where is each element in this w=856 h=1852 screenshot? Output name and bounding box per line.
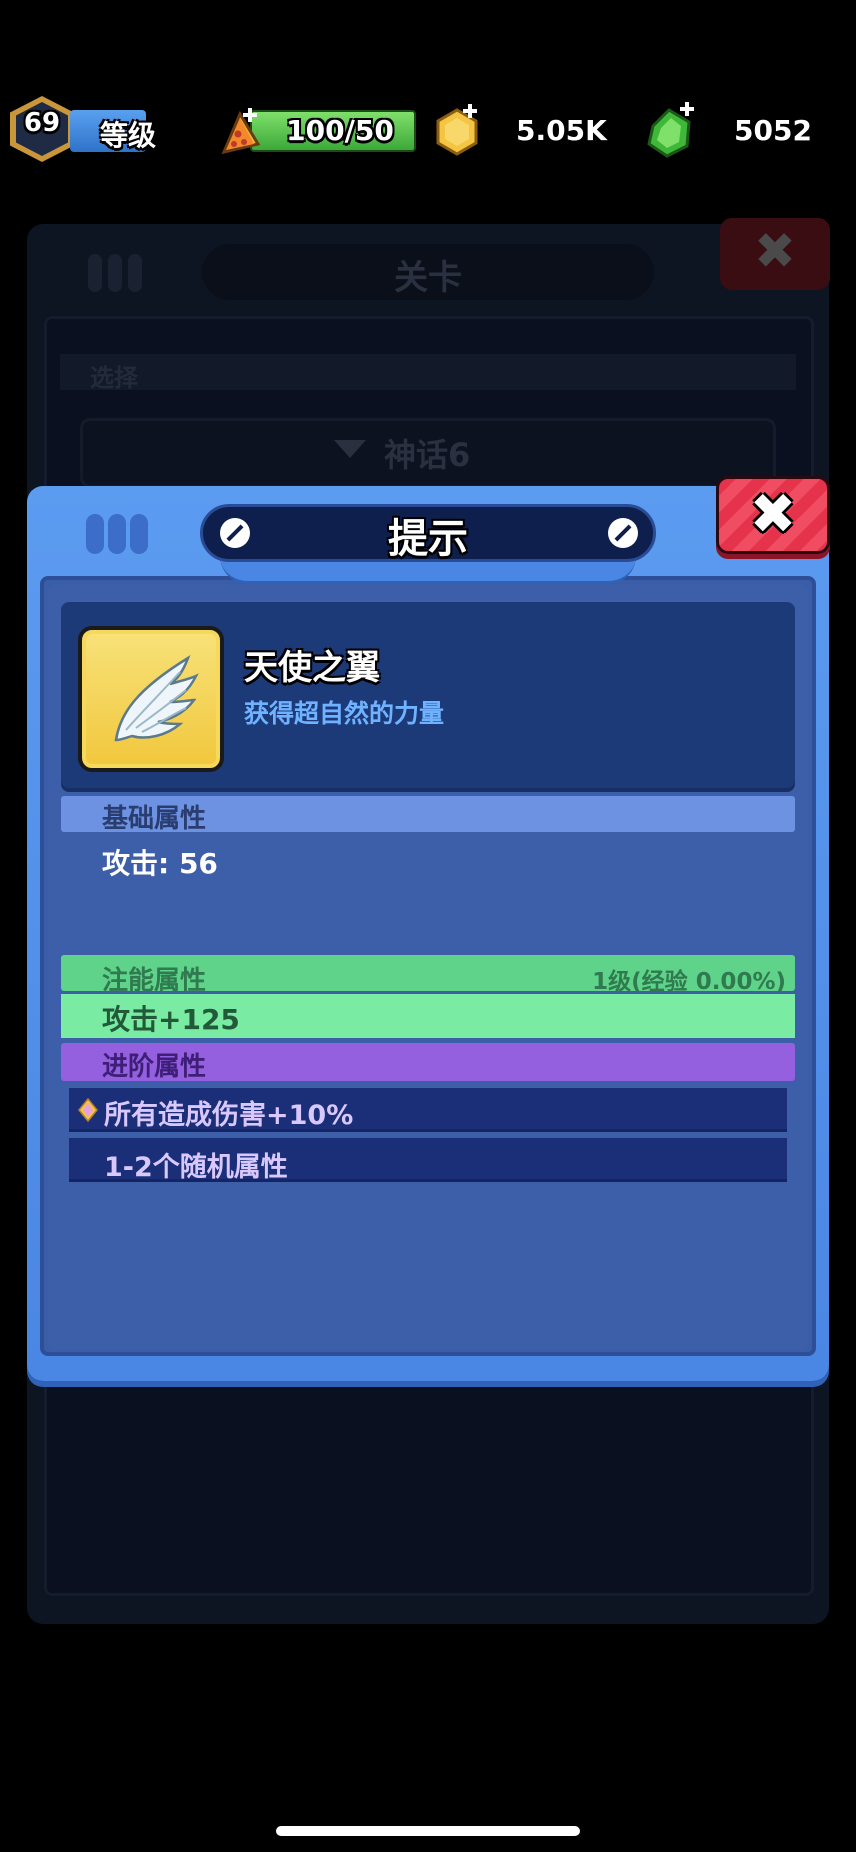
- item-name: 天使之翼: [244, 648, 380, 688]
- stage-select-strip: [60, 354, 796, 390]
- advanced-attributes-title: 进阶属性: [102, 1052, 207, 1082]
- gem-plus-icon[interactable]: [643, 102, 699, 160]
- base-attack-value: 攻击: 56: [102, 847, 218, 880]
- dialog-title: 提示: [388, 516, 468, 562]
- gem-value: 5052: [734, 114, 812, 147]
- diamond-icon: [78, 1098, 98, 1122]
- stage-window-dots: [88, 254, 148, 296]
- angel-wing-icon: [78, 626, 224, 772]
- level-number: 69: [23, 108, 61, 138]
- advanced-attribute-text: 1-2个随机属性: [104, 1152, 288, 1183]
- stage-title: 关卡: [394, 258, 462, 298]
- close-icon[interactable]: ✖: [716, 482, 830, 547]
- dialog-dots-decoration: [86, 514, 152, 558]
- stamina-value: 100/50: [286, 114, 394, 147]
- charge-attributes-title: 注能属性: [102, 966, 207, 996]
- coin-value: 5.05K: [516, 114, 607, 147]
- home-indicator[interactable]: [276, 1826, 580, 1836]
- charge-attack-value: 攻击+125: [102, 1003, 240, 1036]
- dropdown-arrow-icon: [334, 440, 366, 458]
- stage-select-label: 选择: [90, 364, 138, 392]
- stage-dropdown-value: 神话6: [384, 436, 471, 474]
- level-label: 等级: [100, 119, 157, 152]
- base-attributes-title: 基础属性: [102, 804, 207, 834]
- coin-plus-icon[interactable]: [430, 104, 484, 158]
- item-description: 获得超自然的力量: [244, 699, 445, 728]
- charge-level: 1级(经验 0.00%): [592, 969, 786, 995]
- advanced-attribute-text: 所有造成伤害+10%: [104, 1100, 354, 1131]
- stage-close-icon: ✖: [754, 222, 796, 280]
